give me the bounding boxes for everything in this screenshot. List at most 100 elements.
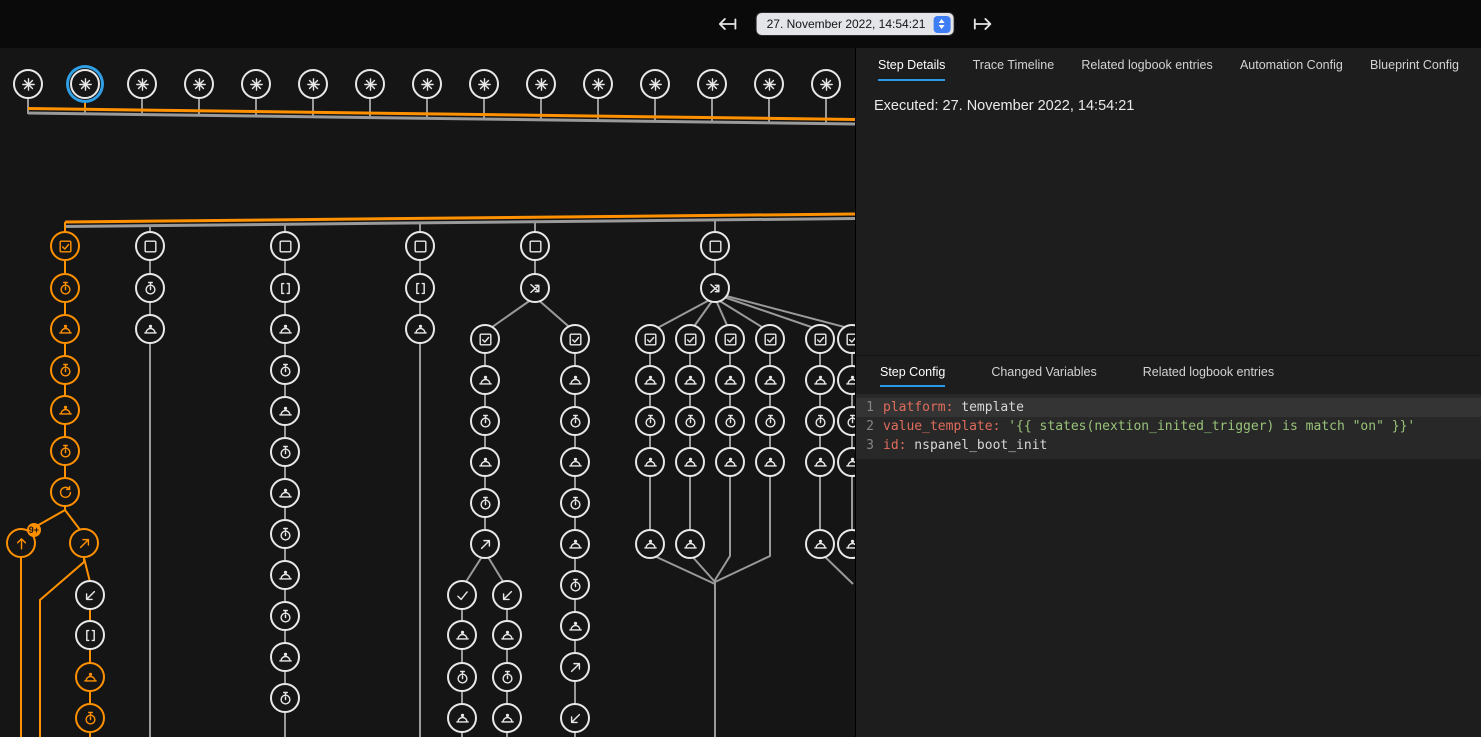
graph-node-service[interactable]	[837, 447, 855, 477]
tab-trace-timeline[interactable]: Trace Timeline	[973, 48, 1055, 81]
graph-node-service[interactable]	[405, 314, 435, 344]
graph-node-service[interactable]	[675, 447, 705, 477]
trigger-node-asterisk[interactable]	[697, 69, 727, 99]
trigger-node-asterisk[interactable]	[70, 69, 100, 99]
graph-node-check[interactable]	[447, 580, 477, 610]
graph-node-checkbox-marked[interactable]	[715, 324, 745, 354]
graph-node-checkbox-marked[interactable]	[635, 324, 665, 354]
trigger-node-asterisk[interactable]	[355, 69, 385, 99]
graph-node-service[interactable]	[50, 395, 80, 425]
graph-node-service[interactable]	[470, 365, 500, 395]
graph-node-timer[interactable]	[50, 436, 80, 466]
graph-node-arrow-sw[interactable]	[492, 580, 522, 610]
graph-node-service[interactable]	[135, 314, 165, 344]
graph-node-timer[interactable]	[492, 662, 522, 692]
graph-node-arrow-ne[interactable]	[560, 652, 590, 682]
trigger-node-asterisk[interactable]	[640, 69, 670, 99]
graph-node-arrow-sw[interactable]	[560, 703, 590, 733]
graph-node-service[interactable]	[270, 314, 300, 344]
graph-node-checkbox-marked[interactable]	[805, 324, 835, 354]
graph-node-choose[interactable]	[520, 273, 550, 303]
graph-node-timer[interactable]	[50, 355, 80, 385]
graph-node-service[interactable]	[715, 365, 745, 395]
trigger-node-asterisk[interactable]	[811, 69, 841, 99]
graph-node-service[interactable]	[805, 365, 835, 395]
graph-node-service[interactable]	[675, 529, 705, 559]
graph-node-service[interactable]	[560, 365, 590, 395]
graph-node-service[interactable]	[675, 365, 705, 395]
graph-node-service[interactable]	[805, 447, 835, 477]
trigger-node-asterisk[interactable]	[469, 69, 499, 99]
trigger-node-asterisk[interactable]	[526, 69, 556, 99]
graph-node-checkbox-blank[interactable]	[405, 231, 435, 261]
next-run-button[interactable]	[969, 11, 995, 37]
graph-node-timer[interactable]	[560, 406, 590, 436]
graph-node-timer[interactable]	[675, 406, 705, 436]
graph-node-service[interactable]	[75, 662, 105, 692]
trigger-node-asterisk[interactable]	[184, 69, 214, 99]
graph-node-arrow-ne[interactable]	[69, 528, 99, 558]
graph-node-service[interactable]	[755, 365, 785, 395]
graph-node-service[interactable]	[805, 529, 835, 559]
graph-node-timer[interactable]	[135, 273, 165, 303]
trigger-node-asterisk[interactable]	[13, 69, 43, 99]
graph-node-checkbox-blank[interactable]	[135, 231, 165, 261]
graph-node-timer[interactable]	[715, 406, 745, 436]
graph-node-service[interactable]	[50, 314, 80, 344]
graph-node-choose[interactable]	[700, 273, 730, 303]
graph-node-timer[interactable]	[75, 703, 105, 733]
tab-related-logbook-entries[interactable]: Related logbook entries	[1143, 356, 1274, 387]
graph-node-checkbox-marked[interactable]	[470, 324, 500, 354]
graph-node-timer[interactable]	[270, 355, 300, 385]
tab-automation-config[interactable]: Automation Config	[1240, 48, 1343, 81]
graph-node-timer[interactable]	[560, 488, 590, 518]
graph-node-service[interactable]	[270, 642, 300, 672]
trigger-node-asterisk[interactable]	[298, 69, 328, 99]
graph-node-brackets[interactable]	[75, 620, 105, 650]
graph-node-timer[interactable]	[50, 273, 80, 303]
trigger-node-asterisk[interactable]	[412, 69, 442, 99]
tab-step-config[interactable]: Step Config	[880, 356, 945, 387]
graph-node-service[interactable]	[447, 703, 477, 733]
graph-node-timer[interactable]	[635, 406, 665, 436]
graph-node-checkbox-marked[interactable]	[560, 324, 590, 354]
graph-node-checkbox-blank[interactable]	[520, 231, 550, 261]
graph-node-arrow-up[interactable]: 9+	[6, 528, 36, 558]
graph-node-checkbox-blank[interactable]	[700, 231, 730, 261]
tab-blueprint-config[interactable]: Blueprint Config	[1370, 48, 1459, 81]
graph-node-service[interactable]	[447, 620, 477, 650]
graph-node-timer[interactable]	[270, 601, 300, 631]
graph-node-brackets[interactable]	[270, 273, 300, 303]
trigger-node-asterisk[interactable]	[583, 69, 613, 99]
graph-node-service[interactable]	[755, 447, 785, 477]
graph-node-timer[interactable]	[837, 406, 855, 436]
graph-node-checkbox-marked[interactable]	[755, 324, 785, 354]
graph-node-service[interactable]	[270, 396, 300, 426]
graph-node-service[interactable]	[270, 478, 300, 508]
tab-related-logbook-entries[interactable]: Related logbook entries	[1081, 48, 1212, 81]
graph-node-service[interactable]	[560, 529, 590, 559]
graph-node-service[interactable]	[492, 620, 522, 650]
graph-node-timer[interactable]	[755, 406, 785, 436]
graph-node-timer[interactable]	[470, 488, 500, 518]
graph-node-timer[interactable]	[560, 570, 590, 600]
graph-node-service[interactable]	[635, 447, 665, 477]
graph-node-checkbox-marked[interactable]	[675, 324, 705, 354]
graph-node-service[interactable]	[560, 611, 590, 641]
graph-node-checkbox-marked[interactable]	[837, 324, 855, 354]
trigger-node-asterisk[interactable]	[754, 69, 784, 99]
graph-node-timer[interactable]	[470, 406, 500, 436]
graph-node-service[interactable]	[470, 447, 500, 477]
graph-node-service[interactable]	[560, 447, 590, 477]
graph-node-timer[interactable]	[447, 662, 477, 692]
graph-node-timer[interactable]	[270, 683, 300, 713]
graph-node-checkbox-blank[interactable]	[270, 231, 300, 261]
graph-node-brackets[interactable]	[405, 273, 435, 303]
graph-node-timer[interactable]	[805, 406, 835, 436]
graph-node-service[interactable]	[715, 447, 745, 477]
graph-node-refresh[interactable]	[50, 477, 80, 507]
trigger-node-asterisk[interactable]	[241, 69, 271, 99]
previous-run-button[interactable]	[715, 11, 741, 37]
graph-node-service[interactable]	[492, 703, 522, 733]
graph-node-arrow-sw[interactable]	[75, 580, 105, 610]
